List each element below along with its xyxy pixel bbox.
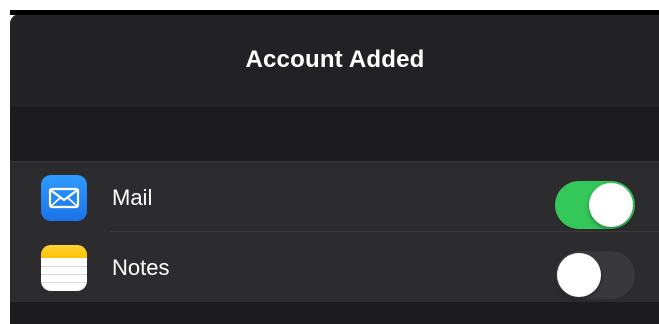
section-spacer [10,106,659,162]
page-title: Account Added [245,46,425,73]
notes-icon [41,245,87,291]
list-item-notes: Notes [10,232,659,302]
mail-toggle[interactable] [555,181,635,229]
top-edge-bar [10,10,659,15]
notes-toggle[interactable] [555,251,635,299]
services-list: Mail Notes [10,161,659,302]
notes-label: Notes [112,255,170,280]
mail-toggle-knob [589,183,633,227]
notes-icon-line [41,274,87,275]
navigation-bar: Account Added [10,14,659,106]
bottom-spacer [10,302,659,324]
list-item-mail: Mail [10,162,659,232]
notes-icon-line [41,266,87,267]
account-added-sheet: Account Added Mail Notes [10,14,659,324]
notes-icon-header [41,245,87,258]
notes-toggle-knob [557,253,601,297]
mail-icon [41,175,87,221]
screen: Account Added Mail Notes [0,0,659,324]
notes-icon-line [41,282,87,283]
mail-label: Mail [112,185,153,210]
